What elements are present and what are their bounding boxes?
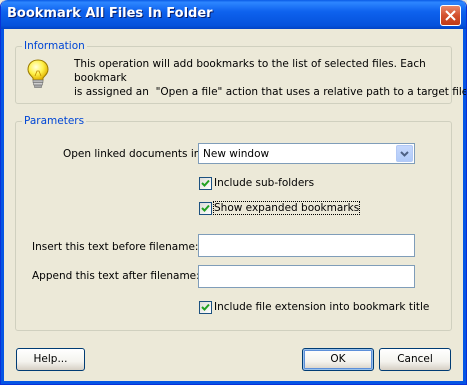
title-bar[interactable]: Bookmark All Files In Folder	[1, 0, 466, 29]
dialog-window: Bookmark All Files In Folder Information	[0, 0, 467, 385]
open-linked-select[interactable]: New window	[198, 143, 415, 164]
checkmark-icon	[201, 303, 210, 311]
parameters-legend: Parameters	[22, 115, 87, 127]
include-extension-checkbox[interactable]	[199, 301, 212, 314]
window-frame-right	[463, 29, 466, 384]
show-expanded-checkbox[interactable]	[199, 202, 212, 215]
checkmark-icon	[201, 179, 210, 187]
append-after-label: Append this text after filename:	[32, 270, 200, 282]
chevron-down-icon	[400, 151, 409, 157]
include-extension-label[interactable]: Include file extension into bookmark tit…	[214, 301, 429, 313]
cancel-button[interactable]: Cancel	[379, 348, 451, 371]
dropdown-button[interactable]	[396, 145, 413, 162]
open-linked-value: New window	[203, 148, 270, 160]
ok-button[interactable]: OK	[302, 348, 374, 371]
information-legend: Information	[22, 40, 87, 52]
information-text: This operation will add bookmarks to the…	[74, 57, 467, 99]
insert-before-field[interactable]	[198, 234, 415, 257]
window-frame-left	[1, 29, 4, 384]
show-expanded-label[interactable]: Show expanded bookmarks	[212, 201, 361, 215]
information-line-1: This operation will add bookmarks to the…	[74, 58, 426, 84]
lightbulb-icon	[27, 59, 49, 88]
append-after-field[interactable]	[198, 265, 415, 288]
open-linked-label: Open linked documents in:	[63, 148, 204, 160]
information-group: Information This operation will add book…	[15, 40, 467, 104]
include-subfolders-label[interactable]: Include sub-folders	[214, 177, 314, 189]
help-button[interactable]: Help...	[16, 348, 85, 371]
window-title: Bookmark All Files In Folder	[7, 6, 213, 21]
checkmark-icon	[201, 204, 210, 212]
window-frame-bottom	[1, 381, 466, 384]
include-subfolders-checkbox[interactable]	[199, 177, 212, 190]
close-button[interactable]	[440, 5, 461, 26]
insert-before-label: Insert this text before filename:	[32, 241, 199, 253]
information-line-2: is assigned an "Open a file" action that…	[74, 86, 467, 98]
close-icon	[445, 10, 456, 21]
